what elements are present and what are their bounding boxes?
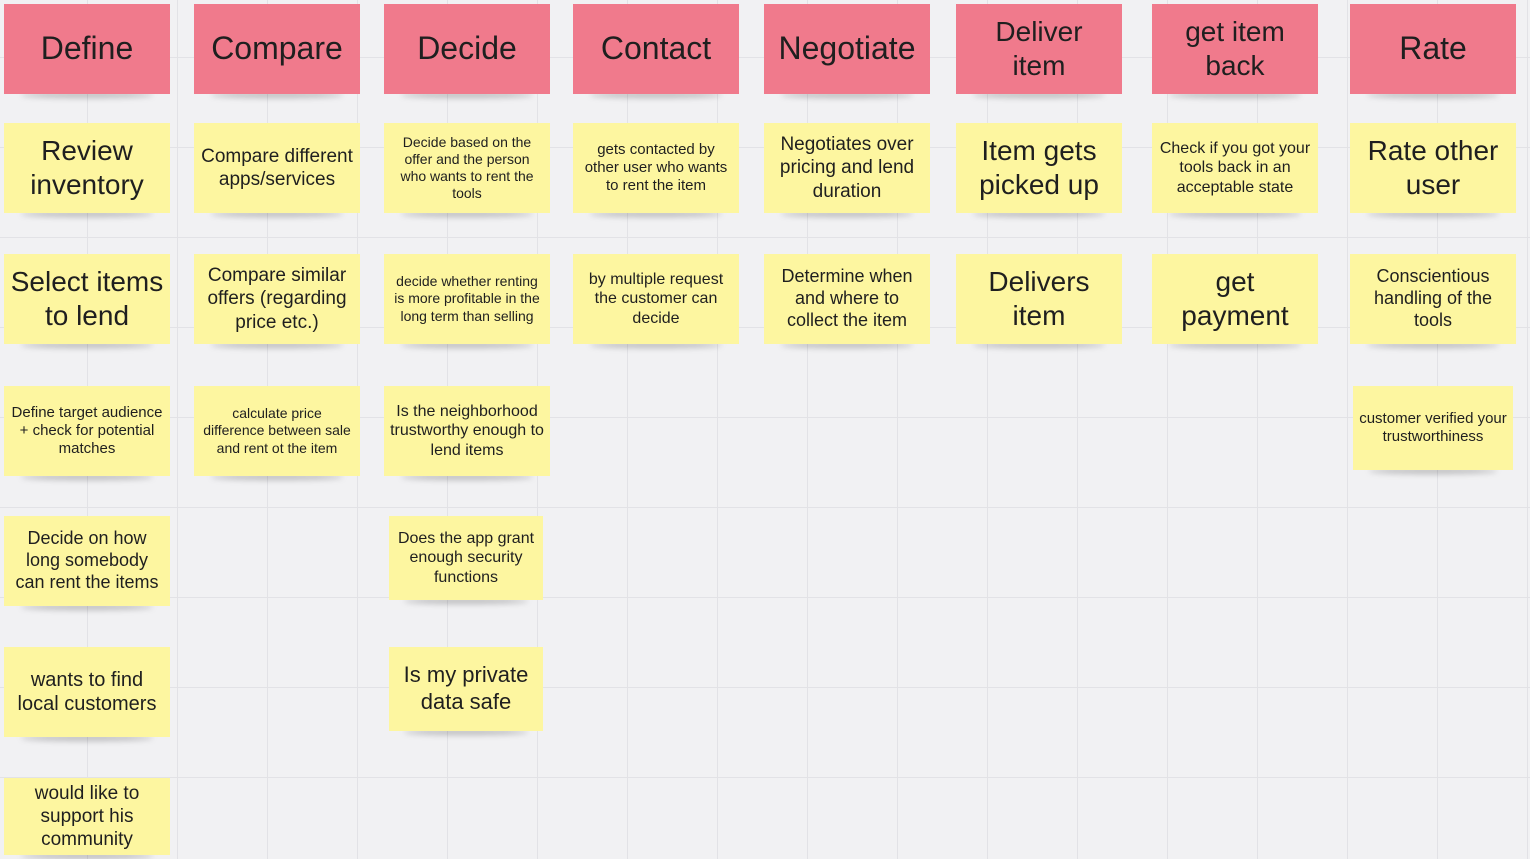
sticky-note[interactable]: Item gets picked up bbox=[956, 123, 1122, 213]
sticky-note[interactable]: Conscientious handling of the tools bbox=[1350, 254, 1516, 344]
column-header-sticky-text: Negotiate bbox=[778, 30, 916, 67]
sticky-note-text: calculate price difference between sale … bbox=[203, 405, 351, 456]
sticky-note[interactable]: Negotiates over pricing and lend duratio… bbox=[764, 123, 930, 213]
sticky-note[interactable]: Compare similar offers (regarding price … bbox=[194, 254, 360, 344]
sticky-note-text: get payment bbox=[1181, 265, 1289, 331]
sticky-note-text: Is the neighborhood trustworthy enough t… bbox=[390, 402, 544, 459]
sticky-note-text: decide whether renting is more profitabl… bbox=[394, 273, 540, 324]
sticky-note-text: gets contacted by other user who wants t… bbox=[584, 140, 728, 195]
sticky-note[interactable]: would like to support his community bbox=[4, 778, 170, 855]
sticky-note-text: Check if you got your tools back in an a… bbox=[1159, 139, 1311, 196]
column-header-sticky-text: Define bbox=[40, 30, 134, 67]
sticky-note-text: Determine when and where to collect the … bbox=[781, 266, 913, 330]
column-header-sticky[interactable]: Compare bbox=[194, 4, 360, 94]
column-header-sticky-text: get item back bbox=[1185, 15, 1285, 81]
sticky-note-text: Rate other user bbox=[1367, 134, 1499, 200]
sticky-note-text: Is my private data safe bbox=[403, 662, 529, 714]
column-header-sticky[interactable]: Decide bbox=[384, 4, 550, 94]
sticky-note[interactable]: get payment bbox=[1152, 254, 1318, 344]
column-header-sticky[interactable]: get item back bbox=[1152, 4, 1318, 94]
column-header-sticky-text: Rate bbox=[1399, 30, 1467, 67]
sticky-note-text: by multiple request the customer can dec… bbox=[588, 270, 724, 327]
sticky-note[interactable]: Define target audience + check for poten… bbox=[4, 386, 170, 476]
sticky-note[interactable]: decide whether renting is more profitabl… bbox=[384, 254, 550, 344]
column-header-sticky[interactable]: Define bbox=[4, 4, 170, 94]
column-header-sticky-text: Contact bbox=[600, 30, 712, 67]
sticky-note[interactable]: Is my private data safe bbox=[389, 647, 543, 731]
sticky-note-text: Does the app grant enough security funct… bbox=[397, 529, 535, 586]
column-header-sticky[interactable]: Deliver item bbox=[956, 4, 1122, 94]
sticky-note[interactable]: Is the neighborhood trustworthy enough t… bbox=[384, 386, 550, 476]
sticky-note-text: Compare different apps/services bbox=[201, 145, 353, 190]
sticky-note[interactable]: Compare different apps/services bbox=[194, 123, 360, 213]
sticky-note[interactable]: Delivers item bbox=[956, 254, 1122, 344]
sticky-note-text: would like to support his community bbox=[34, 782, 140, 851]
column-header-sticky-text: Decide bbox=[417, 30, 517, 67]
sticky-note-text: Review inventory bbox=[30, 134, 144, 200]
sticky-note-text: Item gets picked up bbox=[979, 134, 1099, 200]
sticky-note-text: Compare similar offers (regarding price … bbox=[207, 265, 347, 333]
sticky-note-text: wants to find local customers bbox=[17, 668, 157, 715]
sticky-note[interactable]: wants to find local customers bbox=[4, 647, 170, 737]
sticky-note[interactable]: Rate other user bbox=[1350, 123, 1516, 213]
sticky-note-text: customer verified your trustworthiness bbox=[1359, 409, 1507, 445]
sticky-note-text: Conscientious handling of the tools bbox=[1373, 266, 1493, 330]
column-header-sticky[interactable]: Negotiate bbox=[764, 4, 930, 94]
sticky-note[interactable]: Determine when and where to collect the … bbox=[764, 254, 930, 344]
sticky-note[interactable]: Decide on how long somebody can rent the… bbox=[4, 516, 170, 606]
sticky-note[interactable]: calculate price difference between sale … bbox=[194, 386, 360, 476]
sticky-note-text: Select items to lend bbox=[10, 265, 164, 331]
sticky-note-text: Decide based on the offer and the person… bbox=[400, 133, 534, 202]
sticky-note-text: Delivers item bbox=[988, 265, 1090, 331]
sticky-note[interactable]: Decide based on the offer and the person… bbox=[384, 123, 550, 213]
story-map-board: Define Review inventory Select items to le… bbox=[0, 0, 1530, 855]
sticky-note-text: Decide on how long somebody can rent the… bbox=[15, 528, 159, 592]
sticky-note[interactable]: customer verified your trustworthiness bbox=[1353, 386, 1513, 470]
sticky-note[interactable]: gets contacted by other user who wants t… bbox=[573, 123, 739, 213]
sticky-note[interactable]: by multiple request the customer can dec… bbox=[573, 254, 739, 344]
sticky-note-text: Negotiates over pricing and lend duratio… bbox=[779, 134, 915, 202]
column-header-sticky-text: Deliver item bbox=[995, 15, 1083, 81]
sticky-note-text: Define target audience + check for poten… bbox=[11, 403, 163, 458]
sticky-note[interactable]: Review inventory bbox=[4, 123, 170, 213]
column-header-sticky[interactable]: Contact bbox=[573, 4, 739, 94]
column-header-sticky-text: Compare bbox=[211, 30, 343, 67]
sticky-note[interactable]: Select items to lend bbox=[4, 254, 170, 344]
sticky-note[interactable]: Check if you got your tools back in an a… bbox=[1152, 123, 1318, 213]
sticky-note[interactable]: Does the app grant enough security funct… bbox=[389, 516, 543, 600]
column-header-sticky[interactable]: Rate bbox=[1350, 4, 1516, 94]
